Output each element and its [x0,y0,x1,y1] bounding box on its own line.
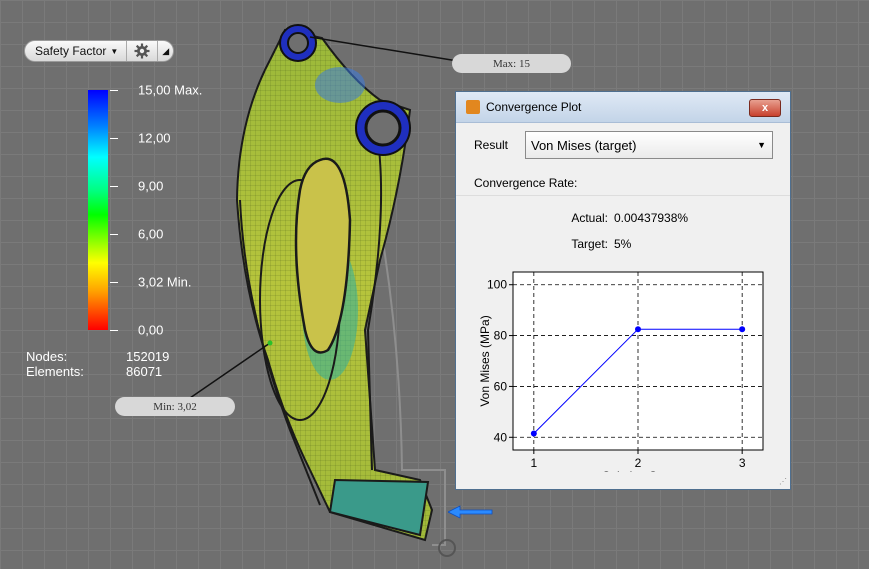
data-point [635,326,641,333]
legend-label: 9,00 [138,178,164,194]
elements-label: Elements: [26,364,84,379]
actual-label: Actual: [571,211,608,225]
divider [456,195,790,196]
legend-tick [110,138,118,139]
data-point [530,430,537,437]
legend-tick [110,90,118,91]
chevron-down-icon: ▼ [757,140,766,150]
load-arrow-icon [448,505,493,519]
gear-icon [134,43,150,59]
collapse-triangle-icon: ◢ [162,45,170,56]
x-axis-label: Solution Step [602,469,674,472]
x-tick-label: 1 [530,456,537,470]
y-axis-label: Von Mises (MPa) [478,315,492,406]
result-toolbar: Safety Factor ▼ ◢ [24,40,174,62]
app-icon [466,100,480,114]
y-tick-label: 40 [494,430,508,444]
result-select-value: Von Mises (target) [531,137,637,153]
y-tick-label: 100 [487,278,507,292]
pivot-marker [438,539,456,557]
settings-button[interactable] [127,41,159,61]
collapse-button[interactable]: ◢ [158,46,173,57]
convergence-plot-dialog: Convergence Plot x Result Von Mises (tar… [455,91,791,490]
actual-row: Actual: 0.00437938% [560,211,688,225]
target-label: Target: [571,237,608,251]
legend-label: 3,02 Min. [138,274,192,290]
legend-label: 12,00 [138,130,171,146]
convergence-chart: 1 2 3 40 60 80 100 Solution Step Von Mises (MPa) [478,271,764,472]
legend-tick [110,330,118,331]
y-tick-label: 80 [494,329,508,343]
result-label: Result [474,138,509,152]
convergence-rate-label: Convergence Rate: [474,176,578,190]
max-probe-label[interactable]: Max: 15 [452,54,571,73]
close-icon: x [761,102,769,114]
legend-label: 6,00 [138,226,164,242]
legend-label: 0,00 [138,322,164,338]
legend-tick [110,234,118,235]
result-type-dropdown[interactable]: Safety Factor ▼ [25,41,128,61]
elements-value: 86071 [126,364,163,379]
caret-down-icon: ▼ [110,46,119,56]
x-tick-label: 2 [635,456,642,470]
nodes-value: 152019 [126,349,170,364]
result-select[interactable]: Von Mises (target) ▼ [525,131,773,159]
legend-tick [110,186,118,187]
min-probe-leader [189,342,271,399]
resize-grip-icon[interactable]: ⋰ [779,477,787,486]
data-point [739,326,746,333]
legend-label: 15,00 Max. [138,82,203,98]
min-probe-label[interactable]: Min: 3,02 [115,397,235,416]
color-legend-bar [88,90,108,330]
y-tick-label: 60 [494,379,508,393]
close-button[interactable]: x [749,99,781,117]
dialog-title: Convergence Plot [486,100,582,114]
legend-tick [110,282,118,283]
target-value: 5% [614,237,632,251]
target-row: Target: 5% [560,237,631,251]
mesh-stats: Nodes: 152019 Elements: 86071 [26,349,169,379]
actual-value: 0.00437938% [614,211,689,225]
min-probe-point [267,340,273,346]
dialog-titlebar[interactable]: Convergence Plot x [456,92,790,123]
x-tick-label: 3 [739,456,746,470]
nodes-label: Nodes: [26,349,68,364]
result-type-label: Safety Factor [35,44,107,58]
plot-area [512,271,764,451]
